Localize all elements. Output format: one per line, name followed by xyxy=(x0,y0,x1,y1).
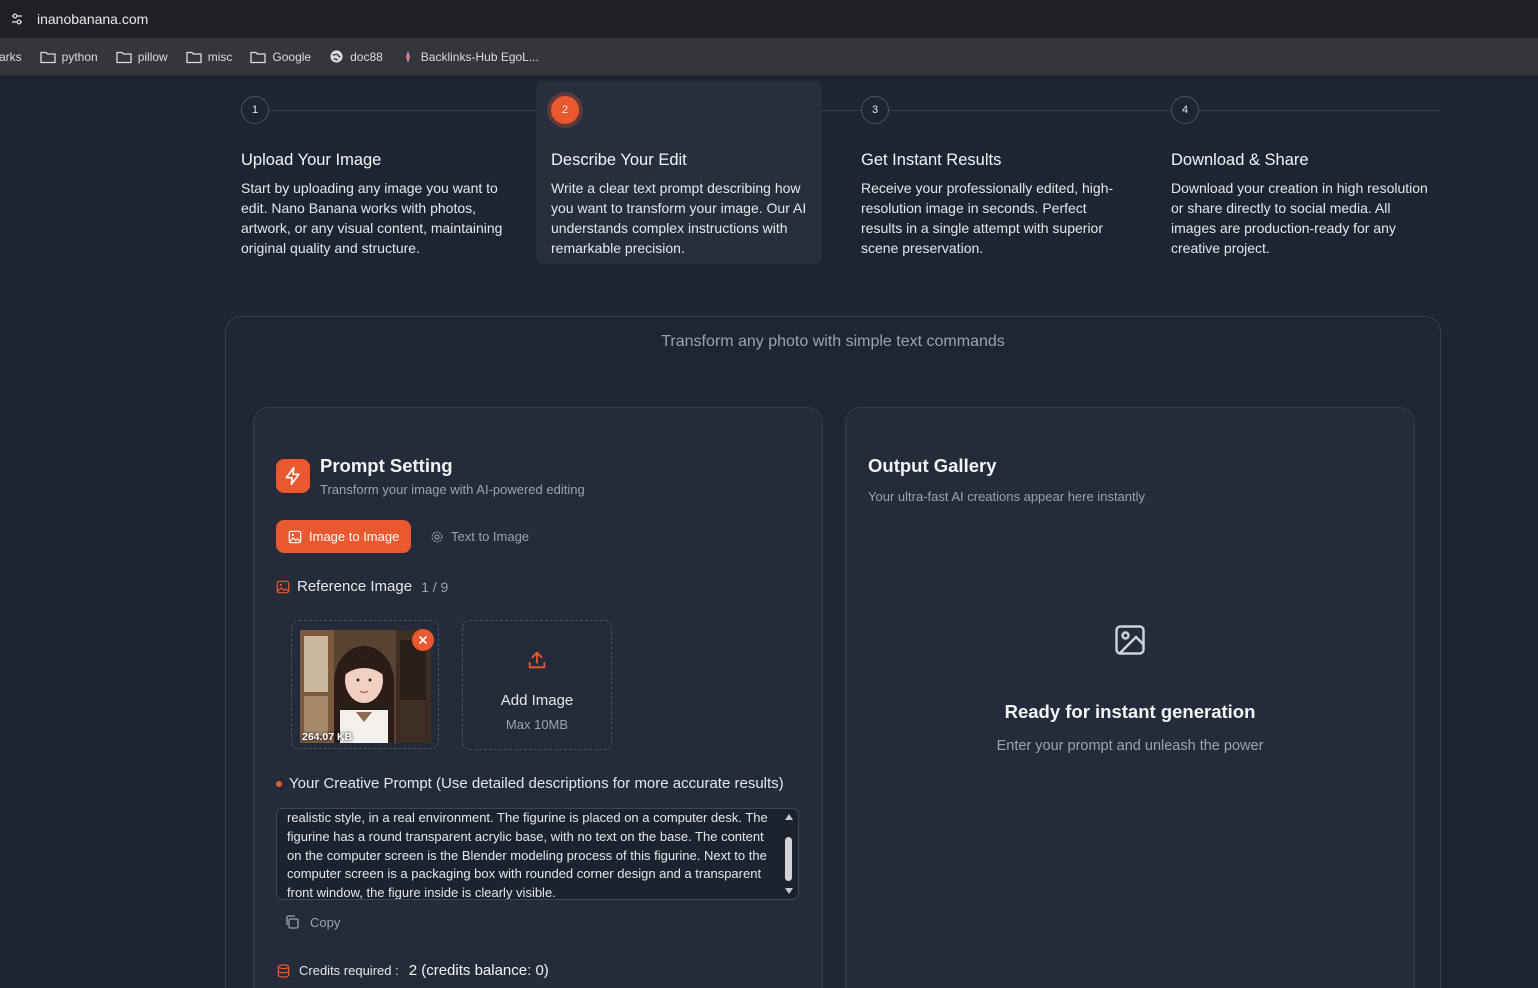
folder-icon xyxy=(250,51,267,63)
remove-image-button[interactable] xyxy=(412,629,434,651)
bookmark-folder-google[interactable]: Google xyxy=(250,50,311,64)
step-description: Start by uploading any image you want to… xyxy=(241,180,503,256)
pen-icon xyxy=(405,50,410,63)
panel-title: Output Gallery xyxy=(868,455,997,476)
add-image-button[interactable]: Add Image Max 10MB xyxy=(462,620,612,750)
copy-button[interactable]: Copy xyxy=(284,914,340,930)
uploaded-image-thumbnail[interactable]: 264.07 KB xyxy=(291,620,439,749)
reference-image-label: Reference Image xyxy=(297,578,413,595)
credits-label: Credits required : xyxy=(299,963,399,978)
site-settings-icon[interactable] xyxy=(5,7,29,31)
prompt-label-row: Your Creative Prompt (Use detailed descr… xyxy=(276,775,784,792)
prompt-label: Your Creative Prompt (Use detailed descr… xyxy=(289,775,784,792)
folder-icon xyxy=(116,51,132,63)
step-description: Write a clear text prompt describing how… xyxy=(551,180,807,256)
step-number: 3 xyxy=(861,96,889,124)
bookmark-folder-pillow[interactable]: pillow xyxy=(116,50,168,64)
step-number: 4 xyxy=(1171,96,1199,124)
empty-state-hint: Enter your prompt and unleash the power xyxy=(996,738,1264,754)
thumbnail-image xyxy=(300,630,431,743)
browser-url-bar: inanobanana.com xyxy=(0,0,1538,38)
text-to-image-tab[interactable]: Text to Image xyxy=(418,520,541,553)
step-description: Receive your professionally edited, high… xyxy=(861,180,1114,256)
step-title: Get Instant Results xyxy=(861,151,1002,169)
panel-subtitle: Transform your image with AI-powered edi… xyxy=(320,482,585,497)
panel-title: Prompt Setting xyxy=(320,455,453,476)
bookmarks-bar: arks python pillow misc Google doc88 Bac… xyxy=(0,38,1538,76)
bookmark-folder-python[interactable]: python xyxy=(40,50,98,64)
upload-icon xyxy=(528,651,546,669)
reference-image-count: 1 / 9 xyxy=(421,578,449,595)
step-number: 1 xyxy=(241,96,269,124)
reference-image-header: Reference Image 1 / 9 xyxy=(276,578,448,595)
gear-icon xyxy=(431,531,443,542)
database-icon xyxy=(277,963,290,978)
image-icon xyxy=(288,530,302,543)
max-size-label: Max 10MB xyxy=(505,717,569,732)
output-gallery-panel: Output Gallery Your ultra-fast AI creati… xyxy=(845,407,1415,988)
folder-icon xyxy=(40,51,56,63)
folder-icon xyxy=(186,51,202,63)
scroll-down-arrow-icon[interactable] xyxy=(785,888,793,894)
step-results: 3 Get Instant Results Receive your profe… xyxy=(846,81,1132,273)
lightning-icon xyxy=(276,459,310,493)
step-number: 2 xyxy=(551,96,579,124)
step-upload: 1 Upload Your Image Start by uploading a… xyxy=(226,81,512,273)
panel-subtitle: Your ultra-fast AI creations appear here… xyxy=(868,489,1146,504)
tagline: Transform any photo with simple text com… xyxy=(661,333,1005,350)
step-title: Upload Your Image xyxy=(241,151,382,169)
bookmark-backlinks-hub[interactable]: Backlinks-Hub EgoL... xyxy=(401,50,539,64)
step-download: 4 Download & Share Download your creatio… xyxy=(1156,81,1442,273)
bookmark-folder-misc[interactable]: misc xyxy=(186,50,232,64)
image-icon xyxy=(276,580,290,593)
prompt-scrollbar[interactable] xyxy=(782,811,796,897)
close-icon xyxy=(418,635,428,645)
editor-card: Transform any photo with simple text com… xyxy=(225,316,1441,988)
credits-info: Credits required : 2 (credits balance: 0… xyxy=(276,962,549,979)
scrollbar-thumb[interactable] xyxy=(785,837,792,881)
prompt-text: realistic style, in a real environment. … xyxy=(287,810,768,900)
image-placeholder-icon xyxy=(1115,625,1145,655)
prompt-setting-panel: Prompt Setting Transform your image with… xyxy=(253,407,823,988)
add-image-label: Add Image xyxy=(500,692,574,709)
scroll-up-arrow-icon[interactable] xyxy=(785,814,793,820)
step-description: Download your creation in high resolutio… xyxy=(1171,180,1428,256)
address-bar[interactable]: inanobanana.com xyxy=(37,11,148,27)
step-title: Describe Your Edit xyxy=(551,151,687,169)
globe-icon xyxy=(330,50,343,63)
file-size-label: 264.07 KB xyxy=(302,731,353,743)
step-title: Download & Share xyxy=(1171,151,1309,169)
copy-icon xyxy=(286,915,299,929)
step-describe: 2 Describe Your Edit Write a clear text … xyxy=(536,81,822,264)
empty-state-title: Ready for instant generation xyxy=(1004,701,1256,722)
image-to-image-tab[interactable]: Image to Image xyxy=(276,520,412,553)
bookmark-doc88[interactable]: doc88 xyxy=(329,49,383,64)
required-dot-icon xyxy=(276,780,282,787)
credits-value: 2 (credits balance: 0) xyxy=(408,962,549,979)
bookmark-item[interactable]: arks xyxy=(0,50,22,64)
prompt-textarea[interactable]: realistic style, in a real environment. … xyxy=(276,808,799,900)
